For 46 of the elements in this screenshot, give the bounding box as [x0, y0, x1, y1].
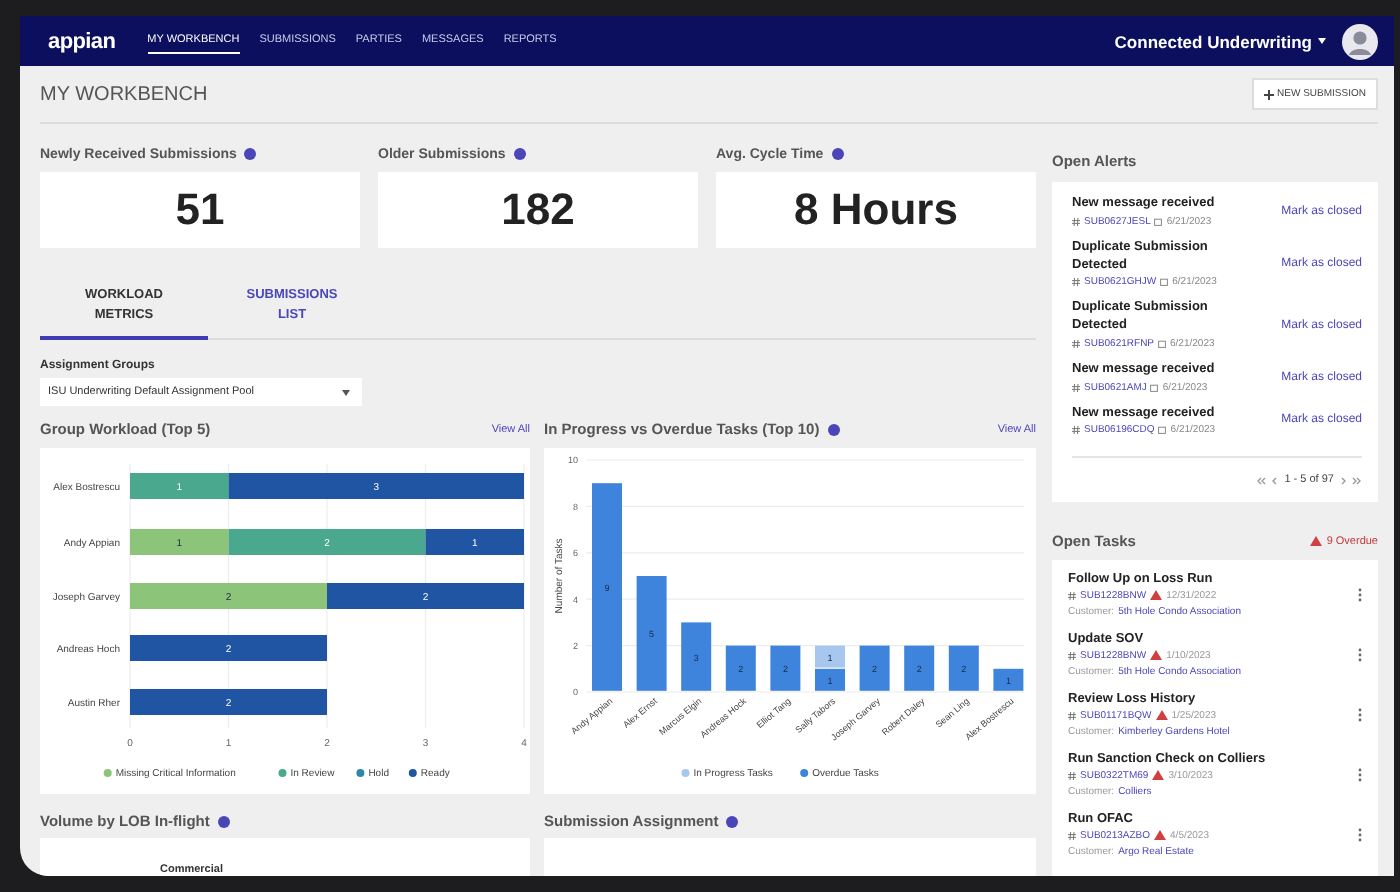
hash-icon — [1068, 711, 1076, 719]
warning-icon — [1310, 536, 1323, 546]
app-logo: appian — [48, 29, 116, 53]
hash-icon — [1072, 339, 1080, 348]
chart-bar — [859, 645, 890, 691]
caret-icon — [342, 389, 350, 395]
caret-icon — [1318, 38, 1326, 44]
info-icon — [244, 148, 257, 160]
app-menu[interactable]: Connected Underwriting — [1114, 31, 1326, 51]
first-page-icon[interactable] — [1256, 475, 1267, 485]
chart-bar — [725, 645, 756, 691]
next-page-icon[interactable] — [1338, 475, 1348, 485]
previous-page-icon[interactable] — [1270, 475, 1281, 485]
hash-icon — [1072, 278, 1080, 287]
kpi-value: 51 — [175, 184, 225, 236]
plus-icon — [1263, 89, 1274, 99]
calendar-icon — [1150, 383, 1159, 392]
chart-bar — [993, 668, 1024, 691]
hash-icon — [1072, 426, 1080, 435]
kpi-value: 8 Hours — [794, 184, 958, 236]
chart-bar — [948, 645, 979, 691]
hash-icon — [1072, 217, 1080, 226]
hash-icon — [1068, 651, 1076, 659]
calendar-icon — [1158, 339, 1167, 348]
chart-bar — [815, 645, 845, 668]
info-icon — [217, 815, 230, 827]
avatar-icon[interactable] — [1342, 23, 1378, 59]
last-page-icon[interactable] — [1352, 475, 1362, 485]
chart-bar — [904, 645, 935, 691]
info-icon — [513, 148, 526, 160]
page-title: MY WORKBENCH — [40, 83, 208, 105]
chart-bar — [815, 668, 845, 691]
hash-icon — [1072, 383, 1080, 392]
hash-icon — [1068, 831, 1076, 839]
calendar-icon — [1160, 278, 1169, 287]
chart-bar — [636, 576, 667, 691]
hash-icon — [1068, 771, 1076, 779]
hash-icon — [1068, 591, 1076, 599]
info-icon — [831, 148, 844, 160]
chart-bar — [681, 622, 712, 691]
info-icon — [726, 815, 739, 827]
calendar-icon — [1154, 217, 1163, 226]
chart-bar — [770, 645, 801, 691]
calendar-icon — [1158, 426, 1167, 435]
kpi-value: 182 — [501, 184, 575, 236]
info-icon — [827, 423, 840, 435]
